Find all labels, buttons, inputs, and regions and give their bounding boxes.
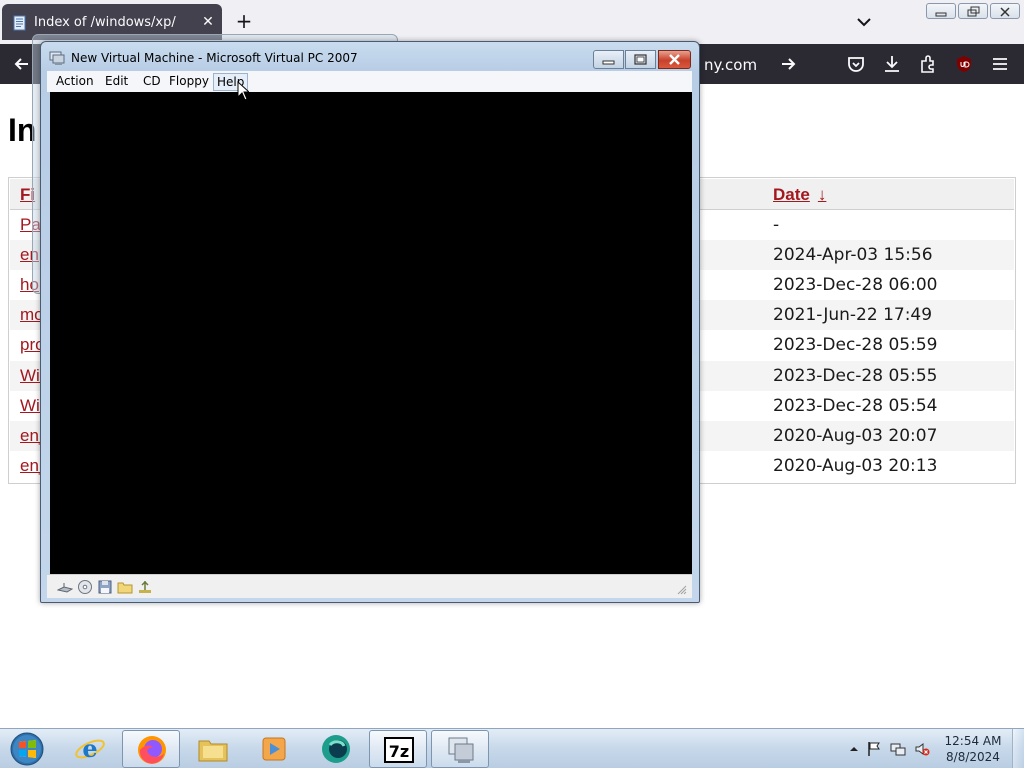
virtual-machine-display[interactable] xyxy=(50,92,692,574)
media-player-icon xyxy=(262,737,286,761)
virtual-pc-window: New Virtual Machine - Microsoft Virtual … xyxy=(40,41,700,603)
menu-action[interactable]: Action xyxy=(53,73,97,91)
file-date: 2021-Jun-22 17:49 xyxy=(773,305,933,325)
taskbar-windows-explorer[interactable] xyxy=(184,730,242,768)
vpc-menubar: Action Edit CD Floppy Help xyxy=(47,71,692,92)
downloads-icon[interactable] xyxy=(882,54,902,74)
file-date: 2023-Dec-28 05:54 xyxy=(773,396,938,416)
menu-floppy[interactable]: Floppy xyxy=(166,73,212,91)
file-date: 2020-Aug-03 20:07 xyxy=(773,426,938,446)
cd-drive-icon[interactable] xyxy=(77,579,93,595)
menu-hamburger-icon[interactable] xyxy=(990,54,1010,74)
usb-icon[interactable] xyxy=(137,579,153,595)
7zip-icon: 7z xyxy=(384,737,414,763)
floppy-icon[interactable] xyxy=(97,579,113,595)
tab-close-icon[interactable]: ✕ xyxy=(198,12,218,32)
file-date: 2023-Dec-28 05:59 xyxy=(773,335,938,355)
notification-area xyxy=(842,729,942,768)
vpc-maximize-button[interactable] xyxy=(625,50,656,69)
file-date: 2020-Aug-03 20:13 xyxy=(773,456,938,476)
shared-folder-icon[interactable] xyxy=(117,579,133,595)
firefox-icon xyxy=(138,736,166,764)
date-column-header[interactable]: Date ↓ xyxy=(773,185,826,205)
virtual-pc-app-icon xyxy=(49,51,65,65)
svg-text:e: e xyxy=(82,734,97,763)
windows-taskbar: e 7z 12:54 AM 8/8/2024 xyxy=(0,728,1024,768)
resize-grip-icon[interactable] xyxy=(677,585,687,595)
start-orb-icon[interactable] xyxy=(5,730,49,768)
browser-minimize-button[interactable] xyxy=(926,3,956,19)
taskbar-webstorm[interactable] xyxy=(307,730,365,768)
vpc-statusbar xyxy=(47,574,692,598)
network-icon[interactable] xyxy=(57,579,73,595)
internet-explorer-icon: e xyxy=(75,734,105,763)
volume-muted-icon[interactable] xyxy=(914,741,930,757)
menu-edit[interactable]: Edit xyxy=(102,73,131,91)
browser-close-button[interactable] xyxy=(990,3,1020,19)
taskbar-internet-explorer[interactable]: e xyxy=(61,730,119,768)
clock-time[interactable]: 12:54 AM xyxy=(941,734,1005,748)
address-bar-text[interactable]: ny.com xyxy=(704,56,757,74)
clock-date[interactable]: 8/8/2024 xyxy=(941,750,1005,764)
vpc-minimize-button[interactable] xyxy=(593,50,624,69)
date-header-label: Date xyxy=(773,185,810,204)
tab-title: Index of /windows/xp/ xyxy=(34,15,176,30)
vpc-window-title: New Virtual Machine - Microsoft Virtual … xyxy=(71,51,358,65)
file-date: 2023-Dec-28 06:00 xyxy=(773,275,938,295)
mouse-pointer-icon xyxy=(237,81,249,101)
new-tab-button[interactable]: + xyxy=(232,10,256,34)
ublock-origin-icon[interactable] xyxy=(954,54,974,74)
vpc-close-button[interactable] xyxy=(658,50,691,69)
go-arrow-icon[interactable] xyxy=(778,54,798,74)
browser-restore-button[interactable] xyxy=(958,3,988,19)
folder-icon xyxy=(198,740,228,762)
virtual-pc-icon xyxy=(448,737,474,763)
svg-text:7z: 7z xyxy=(389,742,409,761)
sort-descending-icon: ↓ xyxy=(817,185,827,204)
list-all-tabs-icon[interactable] xyxy=(852,10,876,34)
back-arrow-icon[interactable] xyxy=(12,54,32,74)
extensions-icon[interactable] xyxy=(918,54,938,74)
show-hidden-icons-icon[interactable] xyxy=(846,741,862,757)
file-date: - xyxy=(773,215,780,235)
pocket-icon[interactable] xyxy=(846,54,866,74)
taskbar-media-player[interactable] xyxy=(245,730,303,768)
taskbar-firefox[interactable] xyxy=(122,730,180,768)
vpc-titlebar[interactable]: New Virtual Machine - Microsoft Virtual … xyxy=(41,42,699,72)
network-status-icon[interactable] xyxy=(890,741,906,757)
show-desktop-button[interactable] xyxy=(1012,729,1024,768)
action-center-flag-icon[interactable] xyxy=(866,741,882,757)
file-date: 2024-Apr-03 15:56 xyxy=(773,245,933,265)
taskbar-7zip[interactable]: 7z xyxy=(369,730,427,768)
taskbar-virtual-pc[interactable] xyxy=(431,730,489,768)
webstorm-icon xyxy=(322,735,350,763)
menu-cd[interactable]: CD xyxy=(140,73,164,91)
file-date: 2023-Dec-28 05:55 xyxy=(773,366,938,386)
document-favicon-icon xyxy=(13,15,26,31)
